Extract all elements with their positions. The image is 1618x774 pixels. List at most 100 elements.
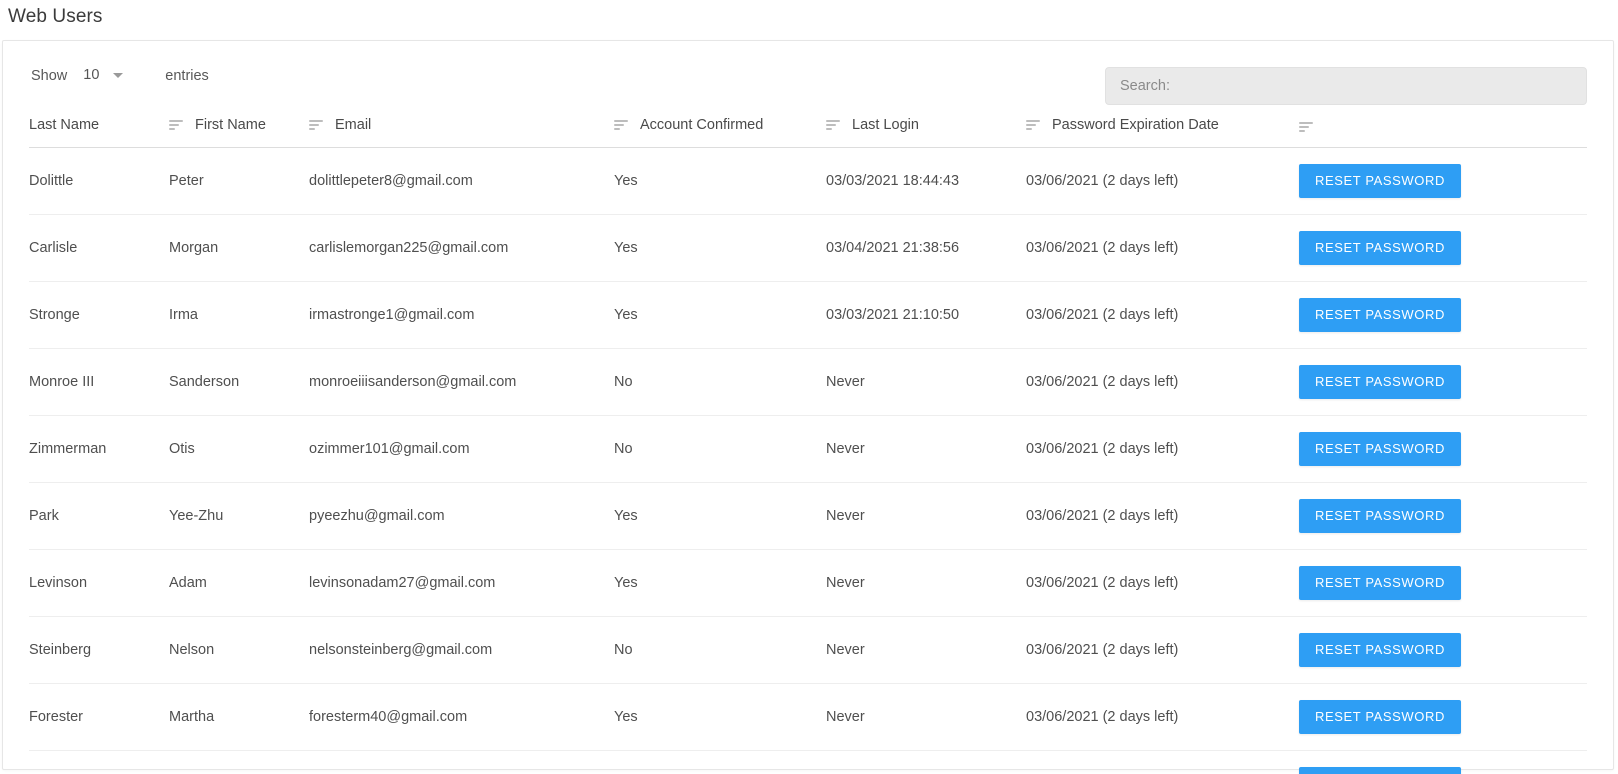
page-length-select[interactable]: 10: [83, 67, 137, 84]
cell-account-confirmed: No: [614, 415, 826, 483]
cell-password-expiration: 03/06/2021 (2 days left): [1026, 482, 1299, 550]
cell-last-name: Park: [29, 482, 169, 550]
cell-action: RESET PASSWORD: [1299, 214, 1587, 282]
cell-account-confirmed: Yes: [614, 281, 826, 349]
column-header-last-login[interactable]: Last Login: [826, 109, 1026, 148]
cell-password-expiration: 03/06/2021 (2 days left): [1026, 549, 1299, 617]
cell-password-expiration: 03/06/2021 (2 days left): [1026, 616, 1299, 684]
search-input[interactable]: [1106, 68, 1586, 104]
column-header-first-name[interactable]: First Name: [169, 109, 309, 148]
cell-last-name: Barringer: [29, 750, 169, 774]
cell-last-name: Monroe III: [29, 348, 169, 416]
cell-last-name: Carlisle: [29, 214, 169, 282]
sort-icon: [309, 119, 323, 131]
cell-account-confirmed: No: [614, 616, 826, 684]
column-header-action[interactable]: [1299, 109, 1587, 148]
column-label-account-confirmed: Account Confirmed: [640, 117, 764, 133]
cell-last-login: Never: [826, 750, 1026, 774]
reset-password-button[interactable]: RESET PASSWORD: [1299, 633, 1461, 667]
cell-first-name: Nelson: [169, 616, 309, 684]
sort-icon: [614, 119, 628, 131]
table-body: Dolittle Peter dolittlepeter8@gmail.com Yes…: [29, 147, 1587, 774]
cell-last-name: Stronge: [29, 281, 169, 349]
table-row: Stronge Irma irmastronge1@gmail.com Yes 03/0…: [29, 281, 1587, 349]
column-header-email[interactable]: Email: [309, 109, 614, 148]
cell-action: RESET PASSWORD: [1299, 415, 1587, 483]
cell-last-name: Forester: [29, 683, 169, 751]
table-row: Levinson Adam levinsonadam27@gmail.com Yes N…: [29, 549, 1587, 617]
reset-password-button[interactable]: RESET PASSWORD: [1299, 298, 1461, 332]
cell-last-login: Never: [826, 415, 1026, 483]
web-users-page: Web Users Show 10 entries Search: Last N…: [0, 0, 1618, 774]
cell-action: RESET PASSWORD: [1299, 616, 1587, 684]
cell-first-name: Otis: [169, 415, 309, 483]
cell-email: pyeezhu@gmail.com: [309, 482, 614, 550]
cell-first-name: Adam: [169, 549, 309, 617]
table-row: Park Yee-Zhu pyeezhu@gmail.com Yes Never 03/0…: [29, 482, 1587, 550]
reset-password-button[interactable]: RESET PASSWORD: [1299, 566, 1461, 600]
reset-password-button[interactable]: RESET PASSWORD: [1299, 231, 1461, 265]
column-header-password-expiration[interactable]: Password Expiration Date: [1026, 109, 1299, 148]
table-row: Dolittle Peter dolittlepeter8@gmail.com Yes…: [29, 147, 1587, 215]
page-title: Web Users: [8, 6, 103, 27]
table-controls: Show 10 entries: [3, 41, 1613, 109]
cell-first-name: Irma: [169, 281, 309, 349]
cell-email: ozimmer101@gmail.com: [309, 415, 614, 483]
cell-last-login: 03/03/2021 21:10:50: [826, 281, 1026, 349]
cell-action: RESET PASSWORD: [1299, 147, 1587, 215]
cell-action: RESET PASSWORD: [1299, 348, 1587, 416]
reset-password-button[interactable]: RESET PASSWORD: [1299, 164, 1461, 198]
table-header-row: Last Name First Name Email Account Confi…: [29, 109, 1587, 148]
reset-password-button[interactable]: RESET PASSWORD: [1299, 499, 1461, 533]
cell-password-expiration: 03/06/2021 (2 days left): [1026, 147, 1299, 215]
cell-account-confirmed: No: [614, 750, 826, 774]
chevron-down-icon: [113, 72, 124, 78]
cell-email: nelsonsteinberg@gmail.com: [309, 616, 614, 684]
cell-first-name: Yee-Zhu: [169, 482, 309, 550]
sort-icon: [826, 119, 840, 131]
sort-icon: [1026, 119, 1040, 131]
reset-password-button[interactable]: RESET PASSWORD: [1299, 365, 1461, 399]
cell-first-name: Morgan: [169, 214, 309, 282]
cell-last-login: 03/03/2021 18:44:43: [826, 147, 1026, 215]
cell-first-name: Sanderson: [169, 348, 309, 416]
sort-icon: [169, 119, 183, 131]
cell-action: RESET PASSWORD: [1299, 750, 1587, 774]
table-row: Zimmerman Otis ozimmer101@gmail.com No Never…: [29, 415, 1587, 483]
cell-account-confirmed: No: [614, 348, 826, 416]
cell-password-expiration: 03/06/2021 (2 days left): [1026, 348, 1299, 416]
cell-last-login: Never: [826, 482, 1026, 550]
cell-email: monroeiiisanderson@gmail.com: [309, 348, 614, 416]
table-row: Forester Martha foresterm40@gmail.com Yes Ne…: [29, 683, 1587, 751]
column-header-last-name[interactable]: Last Name: [29, 109, 169, 148]
column-label-password-expiration: Password Expiration Date: [1052, 117, 1219, 133]
reset-password-button[interactable]: RESET PASSWORD: [1299, 700, 1461, 734]
cell-action: RESET PASSWORD: [1299, 482, 1587, 550]
reset-password-button[interactable]: RESET PASSWORD: [1299, 432, 1461, 466]
column-label-first-name: First Name: [195, 117, 266, 133]
reset-password-button[interactable]: RESET PASSWORD: [1299, 767, 1461, 774]
cell-last-name: Steinberg: [29, 616, 169, 684]
users-card: Show 10 entries Last: [2, 40, 1614, 774]
cell-first-name: Martha: [169, 683, 309, 751]
cell-action: RESET PASSWORD: [1299, 683, 1587, 751]
cell-last-name: Zimmerman: [29, 415, 169, 483]
cell-account-confirmed: Yes: [614, 549, 826, 617]
cell-first-name: Francis: [169, 750, 309, 774]
table-header: Last Name First Name Email Account Confi…: [29, 109, 1587, 148]
cell-first-name: Peter: [169, 147, 309, 215]
table-row: Monroe III Sanderson monroeiiisanderson@gm…: [29, 348, 1587, 416]
cell-last-login: Never: [826, 683, 1026, 751]
cell-email: foresterm40@gmail.com: [309, 683, 614, 751]
page-length-control: Show 10 entries: [31, 67, 209, 84]
cell-password-expiration: 03/06/2021 (2 days left): [1026, 683, 1299, 751]
column-header-account-confirmed[interactable]: Account Confirmed: [614, 109, 826, 148]
cell-last-login: 03/04/2021 21:38:56: [826, 214, 1026, 282]
entries-label: entries: [165, 67, 209, 84]
sort-icon: [1299, 121, 1313, 133]
page-length-value: 10: [83, 67, 100, 83]
column-label-email: Email: [335, 117, 372, 133]
cell-last-name: Dolittle: [29, 147, 169, 215]
cell-account-confirmed: Yes: [614, 482, 826, 550]
search-box[interactable]: [1105, 67, 1587, 105]
